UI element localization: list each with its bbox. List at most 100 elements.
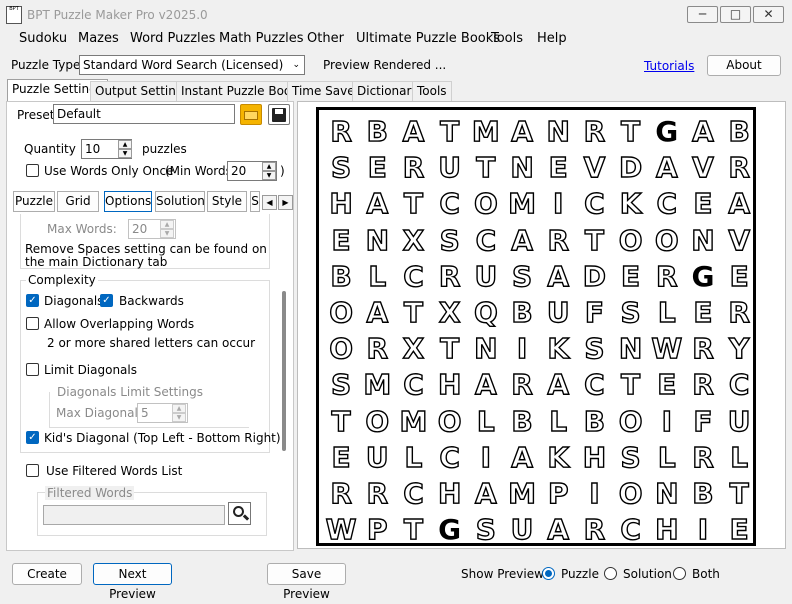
menu-mazes[interactable]: Mazes: [78, 31, 119, 46]
quantity-label: Quantity: [24, 142, 76, 156]
menu-tools[interactable]: Tools: [491, 31, 523, 46]
minimize-button[interactable]: ─: [687, 6, 718, 23]
grid-letter: C: [439, 187, 461, 221]
open-folder-button[interactable]: [240, 104, 262, 125]
min-words-down-icon[interactable]: ▼: [262, 171, 276, 180]
grid-letter: R: [402, 150, 425, 185]
subtab-scroll-left-icon[interactable]: ◀: [262, 195, 277, 210]
about-button[interactable]: About: [707, 55, 781, 76]
grid-letter: R: [728, 150, 751, 185]
grid-letter: N: [546, 114, 571, 148]
subtab-puzzle[interactable]: Puzzle: [13, 191, 55, 212]
grid-letter: L: [368, 259, 387, 293]
grid-letter: U: [510, 512, 534, 547]
overlap-note: 2 or more shared letters can occur: [47, 336, 256, 350]
grid-letter: K: [547, 440, 570, 474]
menu-math-puzzles[interactable]: Math Puzzles: [219, 31, 304, 46]
grid-letter: O: [654, 223, 679, 257]
grid-letter: T: [729, 476, 750, 510]
remove-spaces-note: Remove Spaces setting can be found on th…: [25, 242, 267, 269]
use-words-once-label: Use Words Only Once: [44, 164, 174, 178]
show-preview-label: Show Preview:: [461, 567, 548, 581]
grid-letter: B: [728, 114, 751, 148]
quantity-value: 10: [85, 142, 101, 156]
grid-letter: D: [582, 259, 607, 293]
grid-letter: R: [583, 512, 606, 547]
maximize-button[interactable]: □: [720, 6, 751, 23]
show-puzzle-radio[interactable]: [542, 567, 555, 580]
show-solution-radio[interactable]: [604, 567, 617, 580]
limit-diagonals-checkbox[interactable]: [26, 363, 39, 376]
filtered-list-checkbox[interactable]: [26, 464, 39, 477]
limit-diagonals-label: Limit Diagonals: [44, 363, 137, 377]
overlap-label: Allow Overlapping Words: [44, 317, 195, 331]
subtab-scroll-right-icon[interactable]: ▶: [278, 195, 293, 210]
menu-word-puzzles[interactable]: Word Puzzles: [130, 31, 215, 46]
grid-letter: B: [583, 404, 606, 438]
grid-letter: R: [438, 259, 461, 293]
grid-letter: M: [507, 187, 536, 221]
grid-letter: R: [366, 331, 389, 366]
show-both-radio[interactable]: [673, 567, 686, 580]
subtab-style[interactable]: Style: [207, 191, 247, 212]
subtab-grid[interactable]: Grid: [57, 191, 99, 212]
grid-letter: N: [510, 150, 535, 185]
grid-letter: T: [620, 368, 641, 402]
grid-letter: R: [547, 223, 570, 257]
preset-input[interactable]: Default: [53, 104, 235, 124]
puzzle-type-select[interactable]: Standard Word Search (Licensed) ⌄: [79, 55, 305, 75]
grid-letter: C: [439, 440, 461, 474]
grid-letter: I: [697, 512, 709, 547]
subtab-more[interactable]: S: [250, 191, 260, 212]
max-words-label: Max Words:: [47, 222, 117, 236]
grid-letter: A: [728, 187, 751, 221]
save-preset-button[interactable]: [268, 104, 290, 125]
menu-ultimate-puzzle-books[interactable]: Ultimate Puzzle Books: [356, 31, 500, 46]
kids-diagonal-label: Kid's Diagonal (Top Left - Bottom Right): [44, 431, 281, 445]
grid-letter: A: [366, 187, 389, 221]
grid-letter: R: [366, 476, 389, 510]
grid-letter: E: [548, 150, 569, 185]
grid-letter: A: [510, 440, 533, 474]
overlap-checkbox[interactable]: [26, 317, 39, 330]
menu-sudoku[interactable]: Sudoku: [19, 31, 67, 46]
quantity-down-icon[interactable]: ▼: [118, 149, 132, 158]
tab-tools[interactable]: Tools: [412, 81, 452, 101]
menu-other[interactable]: Other: [307, 31, 344, 46]
use-words-once-checkbox[interactable]: [26, 164, 39, 177]
filtered-words-search-button[interactable]: [228, 502, 251, 525]
grid-letter: H: [437, 476, 462, 510]
subtab-options[interactable]: Options: [104, 191, 152, 212]
close-button[interactable]: ✕: [753, 6, 784, 23]
grid-letter: C: [583, 187, 605, 221]
grid-letter: R: [691, 331, 714, 366]
tutorials-link[interactable]: Tutorials: [644, 59, 694, 73]
quantity-up-icon[interactable]: ▲: [118, 140, 132, 149]
save-preview-button[interactable]: Save Preview: [267, 563, 346, 601]
grid-letter: B: [511, 295, 534, 329]
grid-letter: O: [618, 223, 643, 257]
grid-letter: U: [474, 259, 498, 293]
menu-help[interactable]: Help: [537, 31, 567, 46]
options-scrollbar[interactable]: [282, 291, 286, 451]
grid-letter: N: [618, 331, 643, 366]
diagonals-checkbox[interactable]: ✓: [26, 294, 39, 307]
grid-letter: B: [366, 114, 389, 148]
grid-letter: X: [438, 295, 461, 329]
create-button[interactable]: Create: [12, 563, 82, 585]
filtered-words-input[interactable]: [43, 505, 225, 525]
next-preview-button[interactable]: Next Preview: [93, 563, 172, 601]
min-words-up-icon[interactable]: ▲: [262, 162, 276, 171]
grid-letter: N: [654, 476, 679, 510]
grid-letter: O: [365, 404, 390, 438]
grid-letter: A: [547, 512, 570, 547]
subtab-solution[interactable]: Solution: [155, 191, 205, 212]
minimize-icon: ─: [698, 7, 707, 21]
show-puzzle-label: Puzzle: [561, 567, 599, 581]
grid-letter: R: [691, 368, 714, 402]
grid-letter: E: [656, 368, 677, 402]
backwards-checkbox[interactable]: ✓: [100, 294, 113, 307]
kids-diagonal-checkbox[interactable]: ✓: [26, 431, 39, 444]
grid-letter: I: [588, 476, 600, 510]
app-logo-icon: BPT: [6, 6, 22, 24]
